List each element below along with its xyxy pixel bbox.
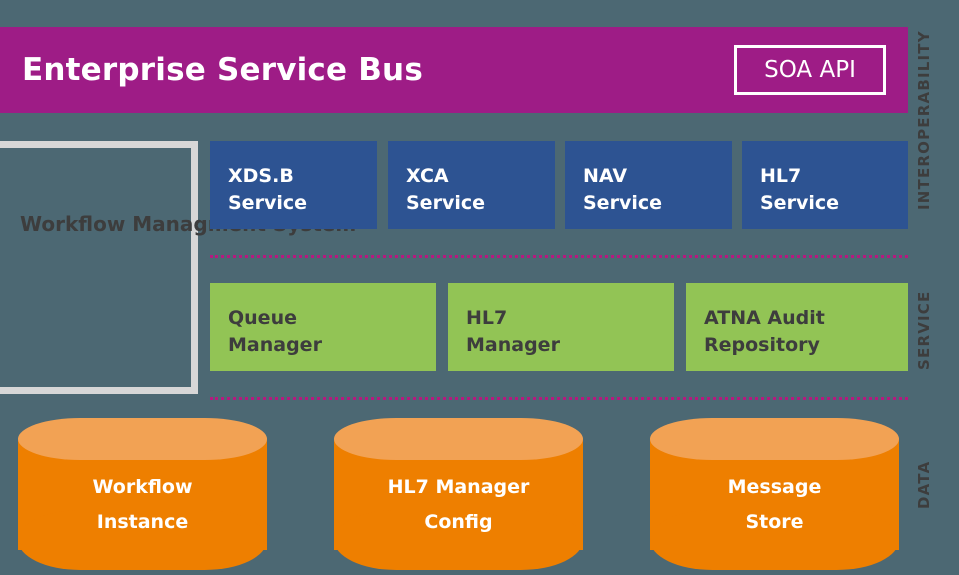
cylinder-top: [334, 418, 583, 460]
service-box-nav[interactable]: NAV Service: [565, 141, 732, 229]
service-box-xca[interactable]: XCA Service: [388, 141, 555, 229]
service-box-label: HL7 Manager: [466, 307, 560, 356]
separator-service-data: [210, 397, 908, 400]
datastore-workflow-instance[interactable]: Workflow Instance: [18, 418, 267, 570]
page-title: Enterprise Service Bus: [22, 52, 423, 88]
service-box-label: XCA Service: [406, 165, 485, 214]
service-box-label: HL7 Service: [760, 165, 839, 214]
datastore-hl7-manager-config[interactable]: HL7 Manager Config: [334, 418, 583, 570]
service-box-queue-manager[interactable]: Queue Manager: [210, 283, 436, 371]
soa-api-label: SOA API: [764, 57, 856, 83]
datastore-label: HL7 Manager Config: [387, 476, 530, 533]
service-box-label: Queue Manager: [228, 307, 322, 356]
soa-api-badge[interactable]: SOA API: [734, 45, 886, 95]
band-label-service: SERVICE: [915, 290, 933, 370]
datastore-message-store[interactable]: Message Store: [650, 418, 899, 570]
cylinder-top: [18, 418, 267, 460]
separator-interoperability-service: [210, 255, 908, 258]
service-box-label: XDS.B Service: [228, 165, 307, 214]
service-box-label: NAV Service: [583, 165, 662, 214]
datastore-label: Message Store: [727, 476, 822, 533]
band-label-interoperability: INTEROPERABILITY: [915, 30, 933, 210]
band-label-data: DATA: [915, 460, 933, 510]
cylinder-top: [650, 418, 899, 460]
edge-bar-service: [900, 283, 908, 371]
service-box-hl7[interactable]: HL7 Service: [742, 141, 908, 229]
edge-bar-esb: [900, 27, 908, 113]
service-box-hl7-manager[interactable]: HL7 Manager: [448, 283, 674, 371]
architecture-diagram: Enterprise Service Bus SOA API Workflow …: [0, 0, 959, 575]
datastore-label: Workflow Instance: [92, 476, 193, 533]
service-box-label: ATNA Audit Repository: [704, 307, 825, 356]
service-box-atna-audit-repository[interactable]: ATNA Audit Repository: [686, 283, 908, 371]
edge-bar-interoperability: [900, 141, 908, 229]
workflow-management-system-panel: Workflow Managment System: [0, 141, 356, 394]
service-box-xdsb[interactable]: XDS.B Service: [210, 141, 377, 229]
enterprise-service-bus-bar: Enterprise Service Bus SOA API: [0, 27, 908, 113]
